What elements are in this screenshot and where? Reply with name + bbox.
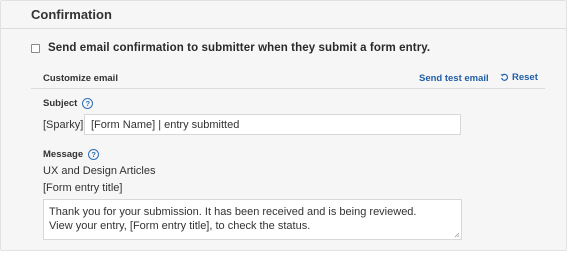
message-header-line-2: [Form entry title] xyxy=(43,182,123,194)
resize-grip-icon[interactable] xyxy=(454,232,460,238)
section-title: Confirmation xyxy=(31,7,112,22)
subject-label: Subject xyxy=(43,98,78,109)
confirmation-toggle-row[interactable]: Send email confirmation to submitter whe… xyxy=(31,42,430,54)
confirmation-checkbox[interactable] xyxy=(31,43,40,53)
message-label-row: Message ? xyxy=(43,149,100,160)
divider xyxy=(1,28,566,29)
confirmation-panel: Confirmation Send email confirmation to … xyxy=(0,0,567,251)
subject-input[interactable]: [Form Name] | entry submitted xyxy=(84,114,461,135)
reset-label[interactable]: Reset xyxy=(512,72,538,83)
send-test-email-link[interactable]: Send test email xyxy=(419,73,489,84)
message-help-icon[interactable]: ? xyxy=(88,149,100,160)
message-label: Message xyxy=(43,149,84,160)
subject-label-row: Subject ? xyxy=(43,98,94,109)
message-body-line-2: View your entry, [Form entry title], to … xyxy=(49,220,311,232)
message-header-line-1: UX and Design Articles xyxy=(43,165,156,177)
subject-prefix: [Sparky] xyxy=(43,119,84,131)
customize-email-title: Customize email xyxy=(43,73,118,84)
message-body-line-1: Thank you for your submission. It has be… xyxy=(49,206,417,218)
message-textarea[interactable]: Thank you for your submission. It has be… xyxy=(43,199,462,240)
undo-icon xyxy=(500,73,509,81)
reset-button[interactable]: Reset xyxy=(500,72,538,83)
subject-help-icon[interactable]: ? xyxy=(82,98,94,109)
confirmation-checkbox-label[interactable]: Send email confirmation to submitter whe… xyxy=(48,42,430,54)
customize-email-header: Customize email Send test email Reset xyxy=(31,68,545,89)
